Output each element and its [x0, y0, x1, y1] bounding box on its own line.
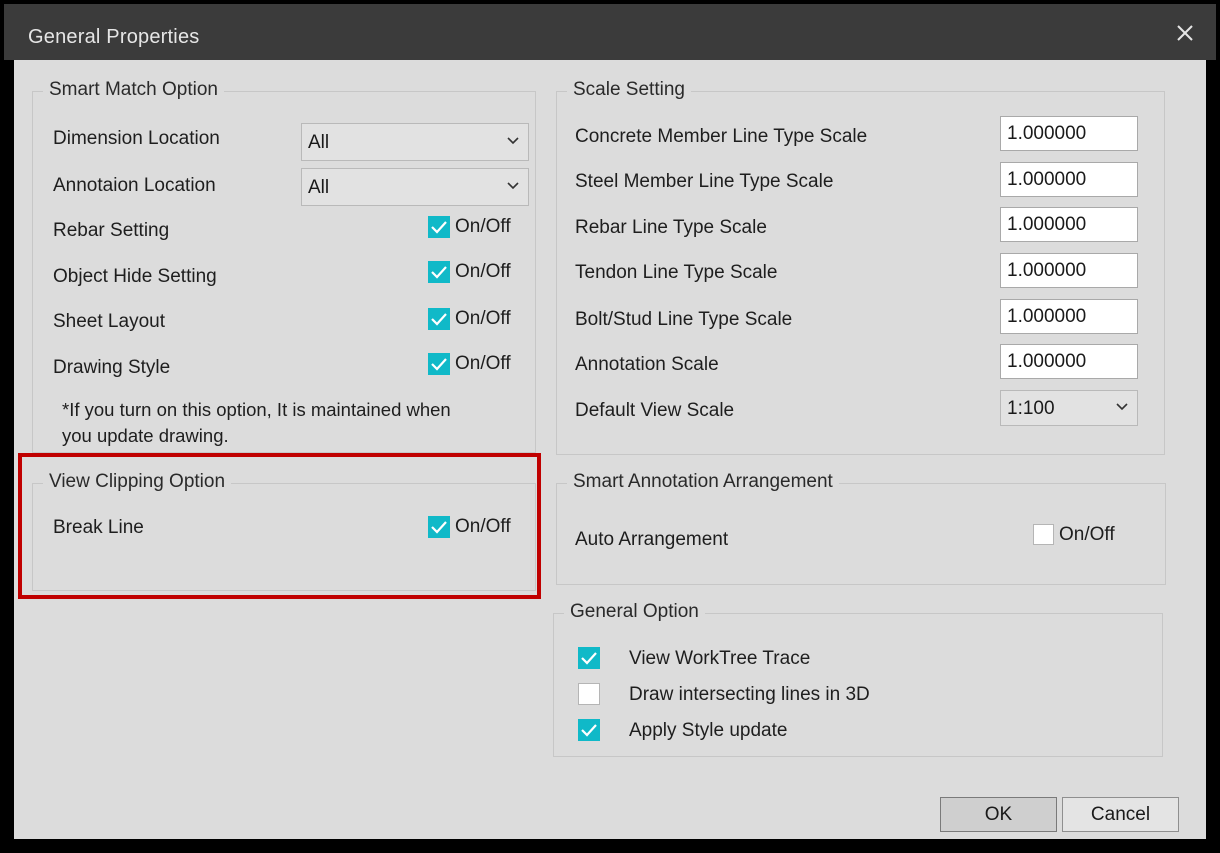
object-hide-setting-label: Object Hide Setting	[53, 266, 217, 287]
view-clipping-option-title: View Clipping Option	[43, 471, 232, 493]
concrete-scale-input[interactable]: 1.000000	[1000, 116, 1138, 151]
tendon-scale-input[interactable]: 1.000000	[1000, 253, 1138, 288]
rebar-setting-checkbox[interactable]	[428, 216, 450, 238]
rebar-scale-label: Rebar Line Type Scale	[575, 217, 767, 238]
close-icon[interactable]	[1172, 20, 1198, 46]
check-icon	[581, 652, 597, 665]
check-icon	[431, 521, 447, 534]
scale-setting-title: Scale Setting	[567, 79, 691, 101]
object-hide-setting-toggle-label: On/Off	[455, 261, 511, 282]
check-icon	[431, 358, 447, 371]
default-view-scale-value: 1:100	[1007, 398, 1055, 419]
dimension-location-value: All	[308, 132, 330, 153]
title-bar: General Properties	[4, 4, 1216, 60]
object-hide-setting-checkbox[interactable]	[428, 261, 450, 283]
sheet-layout-label: Sheet Layout	[53, 311, 165, 332]
rebar-setting-label: Rebar Setting	[53, 220, 170, 241]
break-line-label: Break Line	[53, 517, 144, 538]
drawing-style-toggle-label: On/Off	[455, 353, 511, 374]
rebar-setting-toggle-label: On/Off	[455, 216, 511, 237]
draw-intersecting-lines-label: Draw intersecting lines in 3D	[629, 684, 870, 705]
cancel-button[interactable]: Cancel	[1062, 797, 1179, 832]
break-line-toggle-label: On/Off	[455, 516, 511, 537]
view-worktree-trace-label: View WorkTree Trace	[629, 648, 811, 669]
view-worktree-trace-checkbox[interactable]	[578, 647, 600, 669]
chevron-down-icon	[1116, 403, 1128, 411]
steel-scale-label: Steel Member Line Type Scale	[575, 171, 834, 192]
tendon-scale-label: Tendon Line Type Scale	[575, 262, 778, 283]
auto-arrangement-toggle-label: On/Off	[1059, 524, 1115, 545]
check-icon	[431, 313, 447, 326]
annotation-scale-label: Annotation Scale	[575, 354, 719, 375]
check-icon	[431, 221, 447, 234]
bolt-stud-scale-input[interactable]: 1.000000	[1000, 299, 1138, 334]
smart-match-option-title: Smart Match Option	[43, 79, 224, 101]
annotation-location-select[interactable]: All	[301, 168, 529, 206]
dimension-location-select[interactable]: All	[301, 123, 529, 161]
annotation-location-value: All	[308, 177, 330, 198]
annotation-scale-input[interactable]: 1.000000	[1000, 344, 1138, 379]
chevron-down-icon	[507, 137, 519, 145]
smart-match-note-line1: *If you turn on this option, It is maint…	[62, 399, 451, 420]
general-option-title: General Option	[564, 601, 705, 623]
check-icon	[581, 724, 597, 737]
apply-style-update-checkbox[interactable]	[578, 719, 600, 741]
default-view-scale-label: Default View Scale	[575, 400, 735, 421]
sheet-layout-toggle-label: On/Off	[455, 308, 511, 329]
chevron-down-icon	[507, 182, 519, 190]
concrete-scale-label: Concrete Member Line Type Scale	[575, 126, 868, 147]
default-view-scale-select[interactable]: 1:100	[1000, 390, 1138, 426]
smart-match-note-line2: you update drawing.	[62, 425, 229, 446]
general-properties-dialog: General Properties Smart Match Option Di…	[0, 0, 1220, 853]
smart-match-note: *If you turn on this option, It is maint…	[62, 397, 451, 449]
check-icon	[431, 266, 447, 279]
ok-button[interactable]: OK	[940, 797, 1057, 832]
auto-arrangement-label: Auto Arrangement	[575, 529, 729, 550]
break-line-checkbox[interactable]	[428, 516, 450, 538]
auto-arrangement-checkbox[interactable]	[1033, 524, 1054, 545]
smart-annotation-title: Smart Annotation Arrangement	[567, 471, 839, 493]
annotation-location-label: Annotaion Location	[53, 175, 216, 196]
sheet-layout-checkbox[interactable]	[428, 308, 450, 330]
apply-style-update-label: Apply Style update	[629, 720, 788, 741]
rebar-scale-input[interactable]: 1.000000	[1000, 207, 1138, 242]
dimension-location-label: Dimension Location	[53, 128, 220, 149]
draw-intersecting-lines-checkbox[interactable]	[578, 683, 600, 705]
bolt-stud-scale-label: Bolt/Stud Line Type Scale	[575, 309, 793, 330]
drawing-style-label: Drawing Style	[53, 357, 171, 378]
window-title: General Properties	[28, 26, 200, 48]
drawing-style-checkbox[interactable]	[428, 353, 450, 375]
steel-scale-input[interactable]: 1.000000	[1000, 162, 1138, 197]
